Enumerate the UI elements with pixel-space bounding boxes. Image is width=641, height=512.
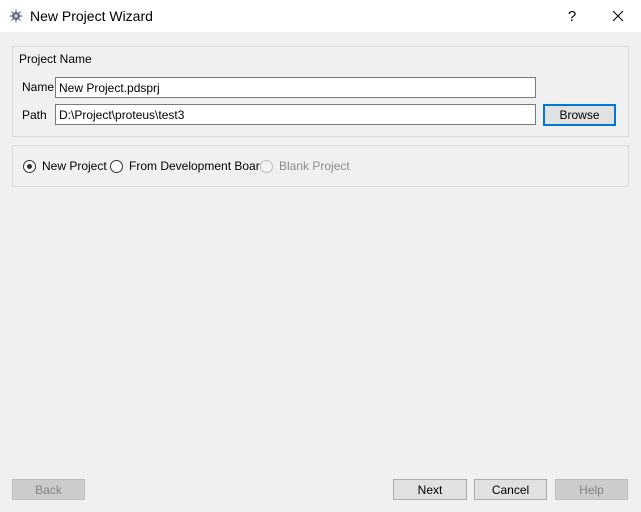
new-project-radio-label: New Project (42, 159, 107, 173)
help-button: Help (555, 479, 628, 500)
title-help-label: ? (567, 7, 577, 25)
next-button[interactable]: Next (393, 479, 467, 500)
browse-button-label: Browse (559, 108, 600, 122)
radio-checked-indicator (23, 159, 36, 173)
path-input[interactable] (55, 104, 536, 125)
name-label: Name (22, 80, 55, 94)
project-name-group-title: Project Name (19, 52, 92, 66)
close-button[interactable] (595, 0, 641, 32)
next-button-label: Next (417, 482, 443, 497)
from-development-board-radio-label: From Development Board (129, 159, 267, 173)
back-button: Back (12, 479, 85, 500)
new-project-radio[interactable]: New Project (23, 159, 107, 173)
back-button-label: Back (35, 482, 62, 497)
close-icon (612, 10, 624, 22)
cancel-button-label: Cancel (491, 482, 530, 497)
cancel-button[interactable]: Cancel (474, 479, 547, 500)
path-label: Path (22, 108, 47, 122)
title-bar: New Project Wizard ? (0, 0, 641, 32)
radio-disabled-indicator (260, 159, 273, 173)
window-title: New Project Wizard (30, 8, 153, 24)
blank-project-radio-label: Blank Project (279, 159, 350, 173)
blank-project-radio: Blank Project (260, 159, 350, 173)
from-development-board-radio[interactable]: From Development Board (110, 159, 266, 173)
title-help-button[interactable]: ? (549, 0, 595, 32)
radio-unchecked-indicator (110, 159, 123, 173)
name-input[interactable] (55, 77, 536, 98)
help-button-label: Help (579, 482, 604, 497)
browse-button[interactable]: Browse (543, 104, 616, 126)
proteus-app-icon (10, 10, 22, 22)
